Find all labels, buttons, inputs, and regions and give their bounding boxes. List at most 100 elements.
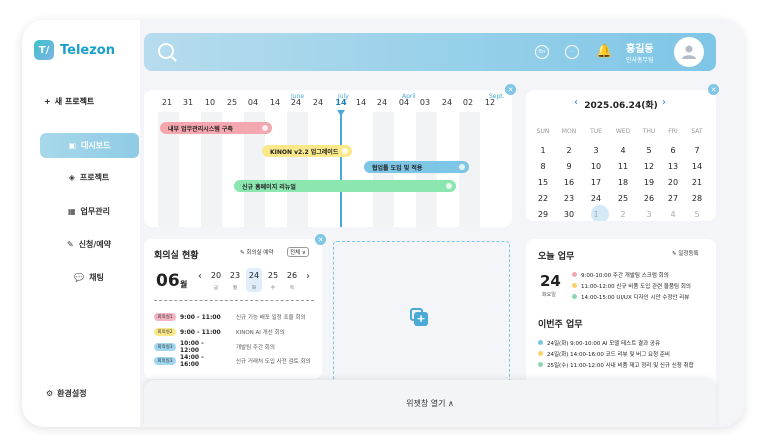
calendar-day[interactable]: 5 [636, 146, 662, 155]
today-line [340, 112, 342, 227]
calendar-day[interactable]: 30 [556, 210, 582, 219]
calendar-day[interactable]: 22 [530, 194, 556, 203]
sidebar-item-request[interactable]: ✎ 신청/예약 [40, 232, 138, 257]
calendar-day[interactable]: 21 [684, 178, 710, 187]
book-room-button[interactable]: ✎ 회의실 예약 [240, 248, 273, 256]
logo[interactable]: T/ Telezon [34, 40, 115, 60]
calendar-day[interactable]: 9 [556, 162, 582, 171]
calendar-day[interactable]: 8 [530, 162, 556, 171]
calendar-day[interactable]: 5 [684, 210, 710, 219]
close-icon[interactable]: ✕ [505, 84, 516, 95]
add-widget-slot[interactable]: + [333, 241, 510, 387]
plus-icon: + [44, 97, 51, 106]
new-project-button[interactable]: + 새 프로젝트 [44, 96, 94, 107]
day-num[interactable]: 23 [227, 271, 243, 280]
meeting-room-widget: 회의실 현황 ✎ 회의실 예약 전체 ∨ 06 월 ‹ 20 금 23 월 24… [144, 239, 322, 379]
tasks-widget: 오늘 업무 ✎ 일정등록 24 화요일 9:00-10:00 주간 개발팀 스크… [526, 239, 716, 389]
calendar-day[interactable]: 11 [610, 162, 636, 171]
calendar-day[interactable]: 10 [583, 162, 609, 171]
calendar-day[interactable]: 3 [583, 146, 609, 155]
calendar-day[interactable]: 20 [660, 178, 686, 187]
close-icon[interactable]: ✕ [315, 234, 326, 245]
calendar-day[interactable]: 17 [583, 178, 609, 187]
calendar-day[interactable]: 16 [556, 178, 582, 187]
app-name: Telezon [60, 42, 115, 58]
gantt-bar[interactable]: 신규 홈페이지 리뉴얼 [234, 180, 456, 192]
week-task-item[interactable]: 25일(수) 11:00-12:00 사내 비품 재고 정리 및 신규 신청 취… [538, 360, 694, 369]
week-task-item[interactable]: 24일(화) 9:00-10:00 AI 모델 테스트 결과 공유 [538, 338, 660, 347]
calendar-day[interactable]: 14 [684, 162, 710, 171]
calendar-day[interactable]: 18 [610, 178, 636, 187]
calendar-day[interactable]: 7 [684, 146, 710, 155]
open-widget-drawer-button[interactable]: 위젯창 열기 ∧ [144, 380, 716, 427]
gantt-bar[interactable]: 내부 업무관리시스템 구축 [160, 122, 272, 134]
meeting-desc: 신규 거래처 도입 사전 검토 회의 [236, 359, 311, 365]
add-widget-icon[interactable]: + [410, 308, 428, 326]
calendar-day-today[interactable]: 24 [583, 194, 609, 203]
gantt-bar[interactable]: KINON v2.2 업그레이드 [262, 145, 352, 157]
gantt-day: 25 [226, 98, 238, 107]
weekday-header: SAT [691, 128, 703, 135]
room-badge: 회의실3 [154, 343, 176, 351]
dashboard-icon: ▣ [68, 141, 77, 150]
month-suffix: 월 [180, 280, 188, 289]
calendar-day[interactable]: 29 [530, 210, 556, 219]
gantt-bar[interactable]: 협업툴 도입 및 적용 [364, 161, 469, 173]
calendar-day[interactable]: 15 [530, 178, 556, 187]
gantt-day: 02 [462, 98, 474, 107]
sidebar-item-dashboard[interactable]: ▣ 대시보드 [40, 133, 139, 158]
sidebar-item-project[interactable]: ◈ 프로젝트 [40, 165, 138, 190]
meeting-row[interactable]: 회의실3 14:00 - 16:00 신규 거래처 도입 사전 검토 회의 [154, 354, 311, 368]
calendar-day[interactable]: 4 [610, 146, 636, 155]
sidebar-item-label: 신청/예약 [78, 240, 112, 249]
task-item[interactable]: 11:00-12:00 신규 비품 도입 관련 물품팀 회의 [572, 281, 691, 290]
sidebar-item-chat[interactable]: 💬 채팅 [40, 265, 138, 290]
calendar-day[interactable]: 6 [660, 146, 686, 155]
language-button[interactable]: En [535, 45, 549, 59]
chat-bubble-icon[interactable]: ··· [565, 45, 579, 59]
gantt-day: 24 [376, 98, 388, 107]
add-schedule-button[interactable]: ✎ 일정등록 [672, 249, 699, 257]
meeting-row[interactable]: 회의실2 9:00 - 11:00 KINON AI 개선 회의 [154, 326, 285, 338]
task-item[interactable]: 9:00-10:00 주간 개발팀 스크럼 회의 [572, 270, 669, 279]
gantt-day-today: 14 [335, 98, 347, 107]
calendar-day[interactable]: 26 [636, 194, 662, 203]
close-icon[interactable]: ✕ [708, 84, 719, 95]
settings-button[interactable]: ⚙ 환경설정 [46, 388, 87, 399]
task-item[interactable]: 14:00-15:00 UI/UX 디자인 시안 수정안 리뷰 [572, 292, 689, 301]
meeting-row[interactable]: 회의실3 10:00 - 12:00 개발팀 주간 회의 [154, 340, 275, 354]
calendar-day[interactable]: 1 [530, 146, 556, 155]
task-dot [538, 351, 543, 356]
sidebar-item-tasks[interactable]: ▦ 업무관리 [40, 199, 138, 224]
calendar-widget: ‹ 2025.06.24(화) › SUN MON TUE WED THU FR… [526, 90, 716, 221]
sidebar-item-label: 프로젝트 [79, 173, 110, 182]
bell-icon[interactable]: 🔔 [596, 44, 612, 59]
calendar-day[interactable]: 1 [583, 210, 609, 219]
calendar-day[interactable]: 23 [556, 194, 582, 203]
calendar-day[interactable]: 28 [684, 194, 710, 203]
calendar-day[interactable]: 13 [660, 162, 686, 171]
prev-day-button[interactable]: ‹ [198, 271, 202, 282]
week-task-item[interactable]: 24일(화) 14:00-16:00 코드 리뷰 및 버그 요청 준비 [538, 349, 670, 358]
calendar-day[interactable]: 19 [636, 178, 662, 187]
calendar-day[interactable]: 4 [660, 210, 686, 219]
calendar-day[interactable]: 3 [636, 210, 662, 219]
filter-select[interactable]: 전체 ∨ [287, 247, 309, 257]
next-day-button[interactable]: › [306, 271, 310, 282]
next-month-button[interactable]: › [662, 97, 666, 108]
calendar-day[interactable]: 2 [610, 210, 636, 219]
meeting-row[interactable]: 회의실1 9:00 - 11:00 신규 기능 배포 일정 조율 회의 [154, 311, 305, 323]
day-dow: 수 [270, 286, 276, 291]
day-num[interactable]: 20 [208, 271, 224, 280]
day-num[interactable]: 26 [284, 271, 300, 280]
calendar-day[interactable]: 12 [636, 162, 662, 171]
calendar-day[interactable]: 2 [556, 146, 582, 155]
gear-icon: ⚙ [46, 389, 54, 398]
avatar[interactable] [674, 37, 704, 67]
day-num[interactable]: 25 [265, 271, 281, 280]
meeting-time: 9:00 - 11:00 [180, 328, 221, 336]
search-icon[interactable] [158, 43, 174, 59]
calendar-day[interactable]: 27 [660, 194, 686, 203]
calendar-day[interactable]: 25 [610, 194, 636, 203]
week-tasks-title: 이번주 업무 [538, 320, 583, 330]
